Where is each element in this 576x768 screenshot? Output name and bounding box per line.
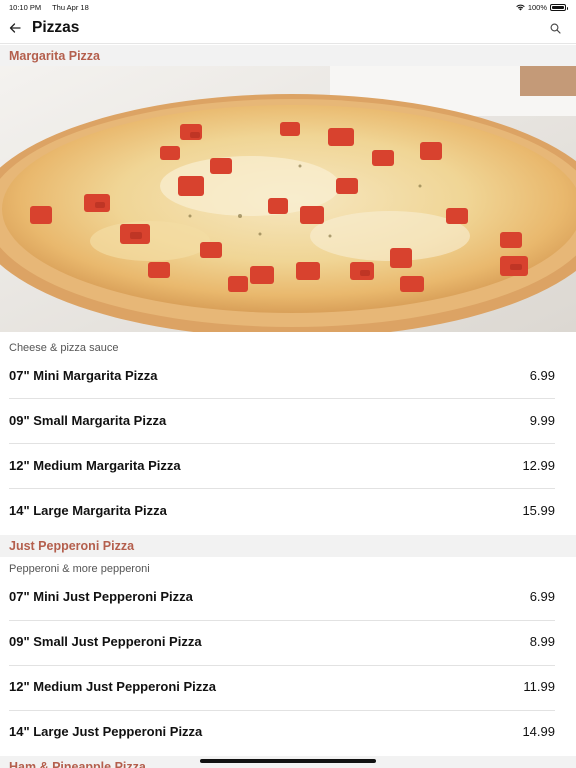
home-indicator[interactable] — [200, 759, 376, 763]
menu-item[interactable]: 14" Large Margarita Pizza 15.99 — [0, 490, 576, 535]
divider — [9, 398, 555, 399]
nav-bar: Pizzas — [0, 14, 576, 44]
status-left: 10:10 PM Thu Apr 18 — [9, 3, 98, 12]
divider — [9, 488, 555, 489]
item-name: 12" Medium Margarita Pizza — [9, 458, 181, 473]
status-right: 100% — [516, 3, 568, 12]
item-price: 6.99 — [529, 589, 555, 604]
item-price: 11.99 — [523, 679, 555, 694]
menu-item[interactable]: 09" Small Just Pepperoni Pizza 8.99 — [0, 621, 576, 666]
item-price: 15.99 — [522, 503, 555, 518]
section-header-pepperoni: Just Pepperoni Pizza — [0, 535, 576, 557]
page-title: Pizzas — [32, 19, 80, 36]
wifi-icon — [516, 4, 525, 11]
search-icon[interactable] — [548, 21, 562, 35]
menu-item[interactable]: 14" Large Just Pepperoni Pizza 14.99 — [0, 711, 576, 756]
item-price: 9.99 — [529, 413, 555, 428]
menu-item[interactable]: 07" Mini Margarita Pizza 6.99 — [0, 355, 576, 400]
item-price: 12.99 — [522, 458, 555, 473]
pizza-illustration — [0, 66, 576, 332]
section-header-margarita: Margarita Pizza — [0, 45, 576, 67]
item-name: 14" Large Just Pepperoni Pizza — [9, 724, 203, 739]
section-title: Just Pepperoni Pizza — [9, 539, 135, 553]
section-title: Margarita Pizza — [9, 49, 101, 63]
arrow-left-icon[interactable] — [6, 19, 24, 37]
menu-item[interactable]: 12" Medium Just Pepperoni Pizza 11.99 — [0, 666, 576, 711]
status-date: Thu Apr 18 — [52, 3, 89, 12]
item-name: 12" Medium Just Pepperoni Pizza — [9, 679, 216, 694]
battery-icon — [550, 4, 568, 11]
section-description: Cheese & pizza sauce — [9, 342, 119, 354]
section-description: Pepperoni & more pepperoni — [9, 563, 150, 575]
item-price: 8.99 — [529, 634, 555, 649]
status-bar: 10:10 PM Thu Apr 18 100% — [0, 0, 576, 14]
item-name: 07" Mini Just Pepperoni Pizza — [9, 589, 193, 604]
item-name: 14" Large Margarita Pizza — [9, 503, 167, 518]
item-name: 09" Small Margarita Pizza — [9, 413, 167, 428]
menu-item[interactable]: 09" Small Margarita Pizza 9.99 — [0, 400, 576, 445]
status-time: 10:10 PM — [9, 3, 42, 12]
menu-item[interactable]: 07" Mini Just Pepperoni Pizza 6.99 — [0, 576, 576, 621]
divider — [9, 443, 555, 444]
item-price: 6.99 — [529, 368, 555, 383]
pizza-image — [0, 66, 576, 332]
section-title: Ham & Pineapple Pizza — [9, 760, 146, 768]
battery-percent: 100% — [527, 3, 547, 12]
item-name: 09" Small Just Pepperoni Pizza — [9, 634, 202, 649]
item-name: 07" Mini Margarita Pizza — [9, 368, 158, 383]
item-price: 14.99 — [522, 724, 555, 739]
menu-item[interactable]: 12" Medium Margarita Pizza 12.99 — [0, 445, 576, 490]
